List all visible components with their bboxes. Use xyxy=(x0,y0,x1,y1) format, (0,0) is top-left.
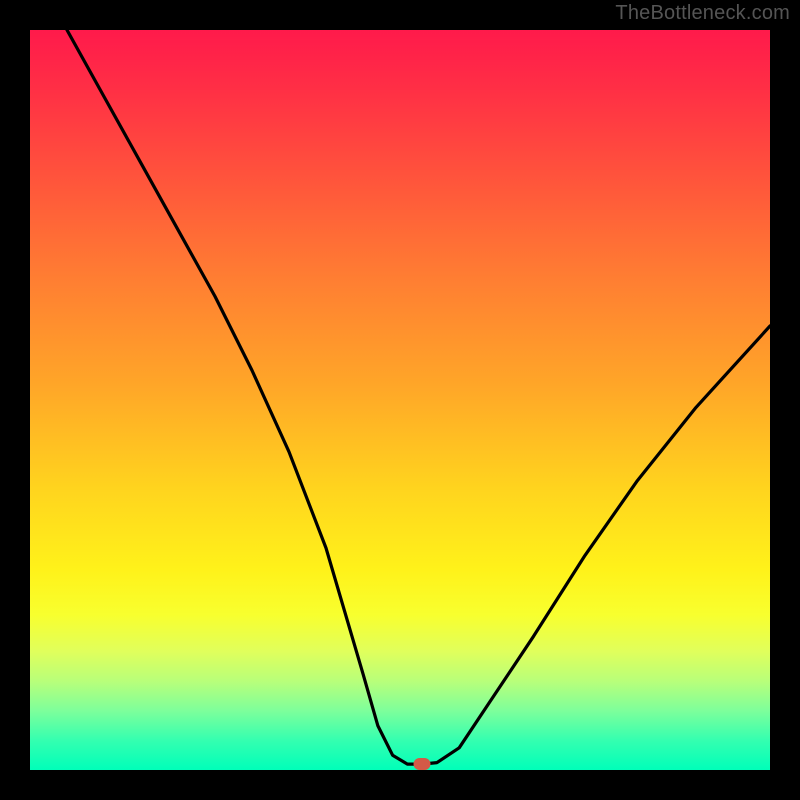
curve-svg xyxy=(30,30,770,770)
bottleneck-curve xyxy=(67,30,770,764)
watermark-text: TheBottleneck.com xyxy=(615,2,790,25)
optimal-point-marker xyxy=(414,758,431,770)
plot-area xyxy=(30,30,770,770)
chart-frame: TheBottleneck.com xyxy=(0,0,800,800)
